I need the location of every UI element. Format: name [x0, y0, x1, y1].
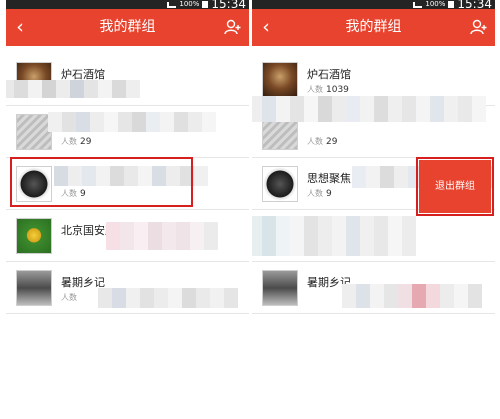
group-row[interactable]: 人数 29: [252, 96, 495, 158]
group-member-count: 人数 29: [307, 137, 338, 147]
add-member-icon[interactable]: [470, 19, 488, 35]
status-bar: 100% 15:34: [6, 0, 249, 11]
privacy-mosaic: [252, 216, 416, 256]
group-row[interactable]: 人数 29: [6, 106, 249, 158]
phone-screen-right: 100% 15:34 ‹ 我的群组 炉石酒馆 人数 1039 人数 29 思想聚…: [252, 0, 495, 331]
add-member-icon[interactable]: [224, 19, 242, 35]
page-title: 我的群组: [99, 19, 156, 35]
battery-percent: 100%: [179, 0, 200, 8]
battery-icon: [202, 1, 209, 8]
group-avatar: [262, 62, 298, 98]
signal-icon: [167, 1, 177, 8]
signal-icon: [413, 1, 423, 8]
highlight-box: [10, 157, 193, 207]
status-bar: 100% 15:34: [252, 0, 495, 11]
privacy-mosaic: [48, 112, 248, 132]
group-avatar: [262, 270, 298, 306]
group-member-count: 人数 29: [61, 137, 92, 147]
phone-screen-left: 100% 15:34 ‹ 我的群组 炉石酒馆 人数 人数29: [6, 0, 249, 331]
privacy-mosaic: [342, 284, 492, 308]
group-name: 思想聚焦: [307, 172, 351, 185]
group-member-count: 人数 9: [307, 189, 332, 199]
privacy-mosaic: [106, 222, 226, 250]
group-name: 炉石酒馆: [307, 68, 351, 81]
privacy-mosaic: [6, 80, 150, 98]
group-row[interactable]: 北京国安跑团: [6, 210, 249, 262]
battery-percent: 100%: [425, 0, 446, 8]
group-row[interactable]: 暑期乡记: [252, 262, 495, 314]
title-bar: ‹ 我的群组: [6, 9, 249, 46]
group-avatar: [16, 270, 52, 306]
group-member-count: 人数 1039: [307, 85, 349, 95]
quit-group-button[interactable]: 退出群组: [419, 160, 491, 213]
privacy-mosaic: [98, 288, 238, 308]
group-avatar: [16, 114, 52, 150]
group-row[interactable]: 炉石酒馆 人数: [6, 54, 249, 106]
group-avatar: [16, 218, 52, 254]
group-avatar: [262, 166, 298, 202]
group-member-count: 人数: [61, 293, 77, 302]
title-bar: ‹ 我的群组: [252, 9, 495, 46]
privacy-mosaic: [252, 96, 494, 122]
clock: 15:34: [457, 0, 492, 11]
group-row-swiped[interactable]: [252, 210, 495, 262]
battery-icon: [448, 1, 455, 8]
group-row[interactable]: 暑期乡记 人数: [6, 262, 249, 314]
page-title: 我的群组: [345, 19, 402, 35]
clock: 15:34: [211, 0, 246, 11]
